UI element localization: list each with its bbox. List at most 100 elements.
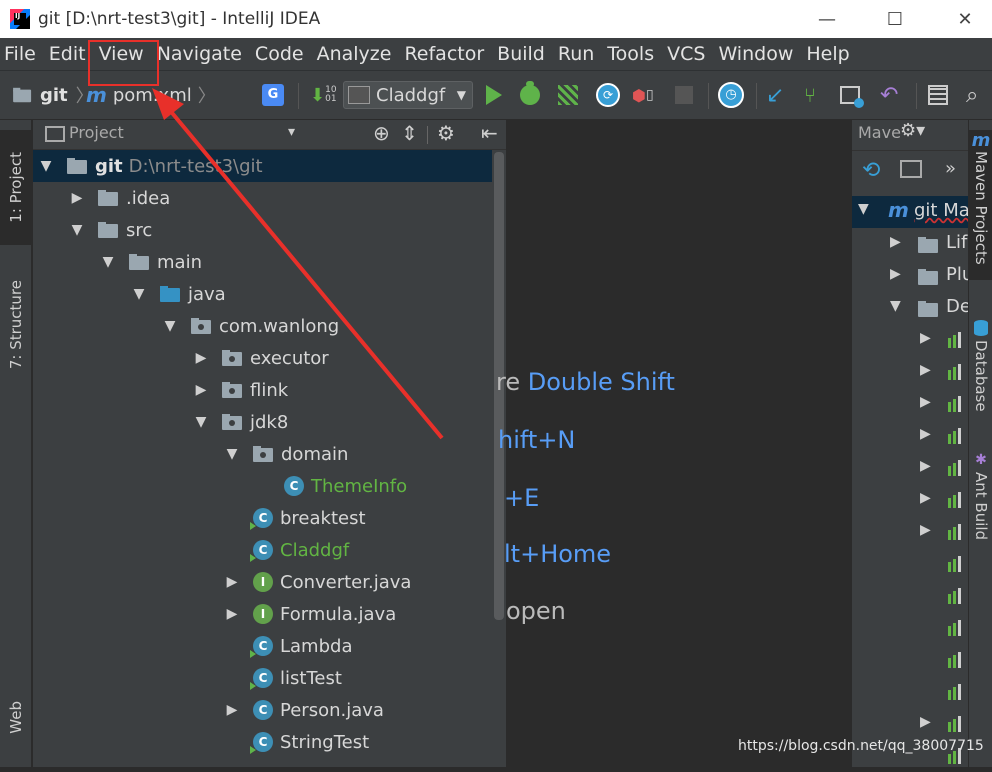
generate-sources-icon[interactable] <box>900 160 922 178</box>
minimize-button[interactable]: — <box>792 0 862 38</box>
expanded-arrow-icon[interactable]: ▼ <box>132 286 146 302</box>
more-actions-icon[interactable]: » <box>945 158 956 179</box>
collapsed-arrow-icon[interactable]: ▶ <box>70 190 84 206</box>
collapsed-arrow-icon[interactable]: ▶ <box>920 394 931 410</box>
tree-row[interactable]: ▼ src <box>33 214 493 246</box>
view-mode-dropdown[interactable]: ▾ <box>288 124 295 140</box>
tree-row[interactable]: ▶ I Converter.java <box>33 566 493 598</box>
gear-icon[interactable]: ⚙▾ <box>900 120 925 141</box>
collapsed-arrow-icon[interactable]: ▶ <box>225 606 239 622</box>
maven-node[interactable]: ▶ Plu <box>852 260 973 292</box>
menu-vcs[interactable]: VCS <box>667 43 705 65</box>
menu-tools[interactable]: Tools <box>607 43 654 65</box>
debug-icon[interactable] <box>520 79 540 111</box>
tree-row[interactable]: ▼ com.wanlong <box>33 310 493 342</box>
update-icon[interactable]: ◷ <box>718 79 744 111</box>
collapsed-arrow-icon[interactable]: ▶ <box>225 702 239 718</box>
dependency-row[interactable]: ▶ <box>852 420 968 452</box>
tree-row[interactable]: ▶ .idea <box>33 182 493 214</box>
tree-row[interactable]: ▼ jdk8 <box>33 406 493 438</box>
breadcrumb-project[interactable]: git 〉 <box>12 79 94 111</box>
tab-ant-build[interactable]: ✱ Ant Build <box>969 452 992 552</box>
tree-row[interactable]: ▶ executor <box>33 342 493 374</box>
tree-row[interactable]: C StringTest <box>33 726 493 758</box>
tree-row[interactable]: ▼ domain <box>33 438 493 470</box>
tree-row[interactable]: ▶ C Person.java <box>33 694 493 726</box>
collapsed-arrow-icon[interactable]: ▶ <box>225 574 239 590</box>
expanded-arrow-icon[interactable]: ▼ <box>194 414 208 430</box>
stop-icon[interactable] <box>675 79 693 111</box>
collapsed-arrow-icon[interactable]: ▶ <box>920 426 931 442</box>
menu-code[interactable]: Code <box>255 43 304 65</box>
dependency-row[interactable]: ▶ <box>852 708 968 740</box>
maven-node[interactable]: ▼ De <box>852 292 971 324</box>
build-project-icon[interactable]: ⬇ 10 01 <box>310 79 337 111</box>
collapsed-arrow-icon[interactable]: ▶ <box>920 522 931 538</box>
tree-row[interactable]: ▼ main <box>33 246 493 278</box>
tree-row[interactable]: C Claddgf <box>33 534 493 566</box>
vcs-revert-icon[interactable]: ↶ <box>880 79 898 111</box>
vcs-update-icon[interactable]: ↙ <box>766 79 784 111</box>
dependency-row[interactable] <box>852 612 968 644</box>
dependency-row[interactable] <box>852 644 968 676</box>
vcs-history-icon[interactable] <box>840 79 864 111</box>
tab-project[interactable]: 1: Project <box>0 130 32 245</box>
expanded-arrow-icon[interactable]: ▼ <box>225 446 239 462</box>
menu-build[interactable]: Build <box>497 43 545 65</box>
maximize-button[interactable]: ☐ <box>860 0 930 38</box>
search-icon[interactable]: ⌕ <box>966 79 978 111</box>
tree-row[interactable]: C Lambda <box>33 630 493 662</box>
tree-row[interactable]: ▼ git D:\nrt-test3\git <box>33 150 493 182</box>
collapsed-arrow-icon[interactable]: ▶ <box>920 362 931 378</box>
run-config-selector[interactable]: Claddgf ▼ <box>343 81 473 109</box>
tree-row[interactable]: ▼ java <box>33 278 493 310</box>
tree-scrollbar[interactable] <box>492 150 505 767</box>
locate-icon[interactable]: ⊕ <box>373 121 390 145</box>
menu-edit[interactable]: Edit <box>49 43 86 65</box>
dependency-row[interactable] <box>852 580 968 612</box>
collapsed-arrow-icon[interactable]: ▶ <box>920 330 931 346</box>
collapsed-arrow-icon[interactable]: ▶ <box>920 714 931 730</box>
expanded-arrow-icon[interactable]: ▼ <box>70 222 84 238</box>
maven-node[interactable]: ▶ Lif <box>852 228 968 260</box>
collapsed-arrow-icon[interactable]: ▶ <box>920 490 931 506</box>
menu-window[interactable]: Window <box>718 43 793 65</box>
dependency-row[interactable] <box>852 548 968 580</box>
dependency-row[interactable]: ▶ <box>852 388 968 420</box>
maven-root-row[interactable]: ▼ m git Ma <box>852 196 970 228</box>
dependency-row[interactable]: ▶ <box>852 452 968 484</box>
menu-view[interactable]: View <box>99 43 144 65</box>
tree-row[interactable]: ▶ flink <box>33 374 493 406</box>
attach-debugger-icon[interactable]: ⬢ ▯ <box>632 79 654 111</box>
tab-web[interactable]: Web <box>0 680 32 755</box>
collapsed-arrow-icon[interactable]: ▶ <box>194 350 208 366</box>
tree-row[interactable]: ClistTest <box>33 662 493 694</box>
vcs-branch-icon[interactable]: ⑂ <box>804 79 816 111</box>
menu-refactor[interactable]: Refactor <box>404 43 484 65</box>
gear-icon[interactable]: ⚙ <box>437 121 455 145</box>
collapse-all-icon[interactable]: ⇕ <box>401 121 418 145</box>
collapsed-arrow-icon[interactable]: ▶ <box>194 382 208 398</box>
expanded-arrow-icon[interactable]: ▼ <box>101 254 115 270</box>
menu-help[interactable]: Help <box>806 43 849 65</box>
close-button[interactable]: ✕ <box>930 0 992 38</box>
dependency-row[interactable] <box>852 676 968 708</box>
collapsed-arrow-icon[interactable]: ▶ <box>920 458 931 474</box>
menu-run[interactable]: Run <box>558 43 594 65</box>
tree-row[interactable]: C ThemeInfo <box>33 470 493 502</box>
tab-structure[interactable]: 7: Structure <box>0 260 32 390</box>
tree-row[interactable]: ▶ I Formula.java <box>33 598 493 630</box>
dependency-row[interactable]: ▶ <box>852 324 968 356</box>
project-structure-icon[interactable] <box>928 79 948 111</box>
menu-analyze[interactable]: Analyze <box>317 43 392 65</box>
breadcrumb-file[interactable]: m pom.xml 〉 <box>86 79 216 111</box>
reimport-icon[interactable]: ⟲ <box>862 158 880 183</box>
hide-panel-icon[interactable]: ⇤ <box>481 121 498 145</box>
expanded-arrow-icon[interactable]: ▼ <box>39 158 53 174</box>
dependency-row[interactable]: ▶ <box>852 516 968 548</box>
tab-maven-projects[interactable]: m Maven Projects <box>969 130 992 280</box>
expanded-arrow-icon[interactable]: ▼ <box>163 318 177 334</box>
dependency-row[interactable]: ▶ <box>852 484 968 516</box>
tab-database[interactable]: Database <box>969 320 992 420</box>
coverage-icon[interactable] <box>558 79 578 111</box>
